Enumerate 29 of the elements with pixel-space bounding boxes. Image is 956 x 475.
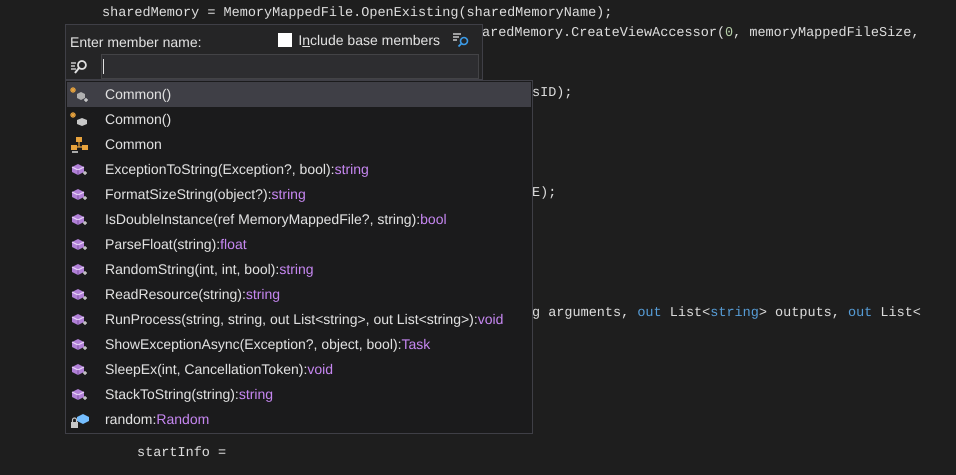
member-item[interactable]: Common() <box>67 82 531 107</box>
member-item[interactable]: Common() <box>67 107 531 132</box>
code-line: sID); <box>532 86 573 101</box>
member-item[interactable]: StackToString(string):string <box>67 382 531 407</box>
star-cube-icon <box>70 110 90 128</box>
member-name-input[interactable] <box>100 54 479 79</box>
class-icon <box>70 136 90 154</box>
code-line: aredMemory.CreateViewAccessor(0, memoryMappedFileSize, <box>482 26 920 41</box>
member-item[interactable]: IsDoubleInstance(ref MemoryMappedFile?, string):bool <box>67 207 531 232</box>
code-line: E); <box>532 186 556 201</box>
member-item[interactable]: FormatSizeString(object?):string <box>67 182 531 207</box>
member-item[interactable]: Common <box>67 132 531 157</box>
filter-search-icon[interactable] <box>452 31 470 49</box>
checkbox[interactable] <box>278 33 292 47</box>
member-item[interactable]: ParseFloat(string):float <box>67 232 531 257</box>
member-item[interactable]: ReadResource(string):string <box>67 282 531 307</box>
include-base-members-checkbox[interactable]: Include base members <box>278 30 440 50</box>
member-item[interactable]: ExceptionToString(Exception?, bool):string <box>67 157 531 182</box>
code-line: g arguments, out List<string> outputs, out List< <box>532 306 921 321</box>
member-item[interactable]: SleepEx(int, CancellationToken):void <box>67 357 531 382</box>
star-cube-icon <box>70 86 90 104</box>
member-item[interactable]: RunProcess(string, string, out List<string>, out List<string>):void <box>67 307 531 332</box>
member-item[interactable]: random:Random <box>67 407 531 432</box>
search-icon <box>70 58 90 76</box>
code-line: startInfo = <box>137 446 226 461</box>
code-line: sharedMemory = MemoryMappedFile.OpenExisting(sharedMemoryName); <box>102 6 612 21</box>
member-item[interactable]: RandomString(int, int, bool):string <box>67 257 531 282</box>
member-item[interactable]: ShowExceptionAsync(Exception?, object, bool):Task <box>67 332 531 357</box>
member-name-label: Enter member name: <box>69 32 202 52</box>
